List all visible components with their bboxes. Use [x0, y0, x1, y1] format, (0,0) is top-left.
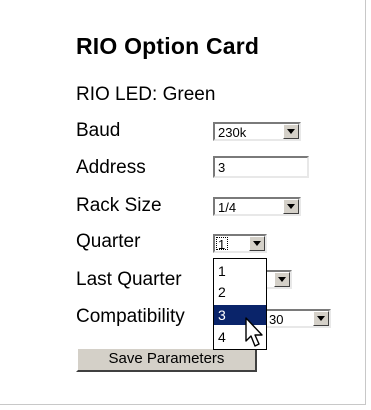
last-quarter-label: Last Quarter [76, 269, 182, 290]
rio-led-label: RIO LED: [76, 84, 158, 105]
quarter-select-value: 1 [218, 237, 226, 252]
rack-size-select[interactable]: 1/4 [213, 197, 301, 216]
chevron-down-icon [287, 129, 295, 134]
mouse-pointer-icon [245, 317, 263, 347]
chevron-down-icon [278, 277, 286, 282]
chevron-down-icon [317, 316, 325, 321]
compatibility-dropdown-button[interactable] [313, 311, 329, 326]
quarter-select[interactable]: 1 [213, 234, 267, 253]
address-label: Address [76, 157, 146, 178]
page-title: RIO Option Card [76, 33, 260, 59]
chevron-down-icon [287, 204, 295, 209]
quarter-label: Quarter [76, 231, 141, 252]
rio-option-card: RIO Option Card RIO LED: Green Baud 230k… [0, 0, 366, 405]
address-input[interactable]: 3 [213, 156, 309, 178]
rack-size-select-value: 1/4 [218, 200, 237, 215]
rio-led-value: Green [162, 84, 216, 105]
baud-select-value: 230k [218, 125, 247, 140]
last-quarter-dropdown-button[interactable] [274, 272, 290, 287]
quarter-option-1[interactable]: 1 [214, 261, 266, 281]
baud-label: Baud [76, 120, 121, 141]
compatibility-label: Compatibility [76, 306, 185, 327]
address-input-value: 3 [218, 160, 226, 175]
baud-select[interactable]: 230k [213, 122, 301, 141]
save-parameters-button[interactable]: Save Parameters [76, 347, 257, 372]
baud-dropdown-button[interactable] [283, 124, 299, 139]
rack-size-dropdown-button[interactable] [283, 199, 299, 214]
rio-led-status: RIO LED: Green [76, 84, 215, 106]
compatibility-select-value: 30 [269, 312, 284, 327]
rack-size-label: Rack Size [76, 195, 162, 216]
chevron-down-icon [253, 241, 261, 246]
quarter-dropdown-button[interactable] [249, 236, 265, 251]
quarter-option-2[interactable]: 2 [214, 282, 266, 302]
